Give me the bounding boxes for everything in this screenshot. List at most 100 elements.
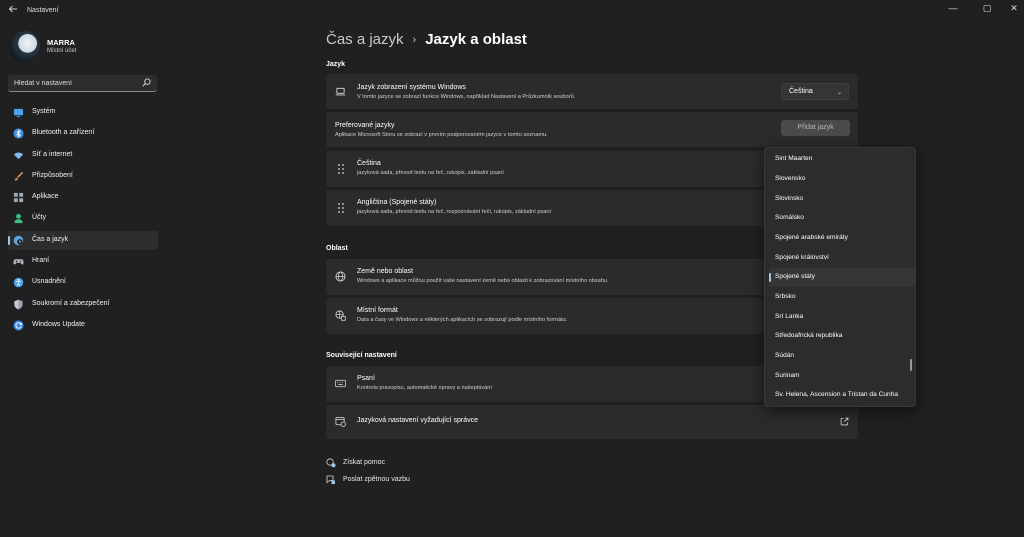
section-title-related: Související nastavení [326, 352, 397, 359]
display-language-select[interactable]: Čeština ⌄ [781, 83, 849, 100]
gamepad-icon [13, 259, 24, 265]
sidebar-item-system[interactable]: Systém [8, 103, 158, 122]
wifi-icon [13, 152, 24, 159]
page-title: Jazyk a oblast [425, 31, 527, 48]
sidebar-item-label: Přizpůsobení [32, 171, 73, 179]
dropdown-item[interactable]: Sint Maarten [769, 150, 915, 169]
sidebar-item-personalization[interactable]: Přizpůsobení [8, 167, 158, 186]
dropdown-item[interactable]: Spojené arabské emiráty [769, 229, 915, 248]
get-help-label: Získat pomoc [343, 459, 386, 466]
chevron-down-icon: ⌄ [836, 90, 842, 96]
regional-format-desc: Data a časy ve Windows a některých aplik… [357, 317, 568, 323]
country-dropdown-list[interactable]: Sint Maarten Slovensko Slovinsko Somálsk… [764, 147, 916, 407]
brush-icon [14, 171, 24, 181]
search-input[interactable] [14, 78, 134, 89]
sidebar-item-label: Soukromí a zabezpečení [32, 299, 110, 307]
sidebar-item-time-language[interactable]: Čas a jazyk [8, 230, 158, 250]
person-icon [14, 214, 23, 224]
sidebar-item-label: Aplikace [32, 193, 59, 201]
display-language-desc: V tomto jazyce se zobrazí funkce Windows… [357, 94, 576, 100]
section-title-language: Jazyk [326, 61, 346, 68]
arrow-left-icon [8, 5, 17, 13]
typing-desc: Kontrola pravopisu, automatické opravy a… [357, 385, 492, 391]
shield-icon [14, 299, 23, 310]
title-bar: Nastavení — ▢ ✕ [0, 0, 1024, 22]
dropdown-item[interactable]: Slovensko [769, 170, 915, 189]
sidebar-item-label: Usnadnění [32, 278, 66, 286]
sidebar-item-accounts[interactable]: Účty [8, 209, 158, 228]
preferred-languages-desc: Aplikace Microsoft Storu se zobrazí v pr… [335, 132, 548, 138]
sidebar-item-accessibility[interactable]: Usnadnění [8, 273, 158, 292]
regional-format-title: Místní formát [357, 307, 398, 314]
avatar[interactable] [9, 31, 40, 62]
minimize-button[interactable]: — [936, 0, 970, 16]
monitor-icon [13, 108, 24, 118]
update-icon [13, 320, 24, 331]
help-chat-icon [326, 458, 336, 468]
sidebar-item-label: Bluetooth a zařízení [32, 129, 95, 137]
regional-format-icon [335, 310, 346, 321]
search-box[interactable] [8, 75, 157, 92]
preferred-languages-title: Preferované jazyky [335, 122, 395, 129]
sidebar-item-bluetooth[interactable]: Bluetooth a zařízení [8, 124, 158, 143]
add-language-button[interactable]: Přidat jazyk [781, 120, 850, 136]
search-icon[interactable] [142, 78, 151, 87]
sidebar-nav: Systém Bluetooth a zařízení Síť a intern… [8, 103, 158, 337]
dropdown-item[interactable]: Surinam [769, 367, 915, 386]
get-help-link[interactable]: Získat pomoc [326, 458, 406, 469]
drag-handle-icon[interactable] [337, 202, 345, 214]
globe-icon [335, 271, 346, 282]
display-language-value: Čeština [789, 88, 813, 95]
dropdown-item[interactable]: Srbsko [769, 288, 915, 307]
dropdown-item[interactable]: Somálsko [769, 209, 915, 228]
sidebar-item-privacy[interactable]: Soukromí a zabezpečení [8, 295, 158, 314]
dropdown-item[interactable]: Středoafrická republika [769, 327, 915, 346]
apps-icon [13, 193, 24, 203]
admin-language-title: Jazyková nastavení vyžadující správce [357, 417, 479, 424]
laptop-icon [335, 87, 346, 96]
feedback-icon [326, 475, 335, 484]
sidebar-item-label: Účty [32, 214, 46, 222]
country-region-title: Země nebo oblast [357, 268, 414, 275]
admin-language-settings-card[interactable]: Jazyková nastavení vyžadující správce [326, 405, 858, 439]
send-feedback-label: Poslat zpětnou vazbu [343, 476, 410, 483]
keyboard-icon [335, 379, 346, 388]
sidebar-item-apps[interactable]: Aplikace [8, 188, 158, 207]
globe-clock-icon [13, 235, 24, 246]
breadcrumb: Čas a jazyk › Jazyk a oblast [326, 31, 527, 48]
send-feedback-link[interactable]: Poslat zpětnou vazbu [326, 475, 426, 486]
country-region-desc: Windows a aplikace můžou použít vaše nas… [357, 278, 609, 284]
dropdown-item-selected[interactable]: Spojené státy [769, 268, 915, 287]
accessibility-icon [13, 278, 24, 288]
external-link-icon[interactable] [840, 417, 849, 426]
language-features: jazyková sada, převod textu na řeč, rozp… [357, 209, 552, 215]
dropdown-item[interactable]: Spojené království [769, 249, 915, 268]
sidebar-item-label: Systém [32, 108, 56, 115]
display-language-title: Jazyk zobrazení systému Windows [357, 84, 466, 91]
dropdown-item[interactable]: Srí Lanka [769, 308, 915, 327]
sidebar-item-gaming[interactable]: Hraní [8, 252, 158, 271]
dropdown-item[interactable]: Sv. Helena, Ascension a Tristan da Cunha [769, 386, 915, 405]
app-title: Nastavení [27, 7, 59, 14]
breadcrumb-parent[interactable]: Čas a jazyk [326, 31, 404, 48]
back-button[interactable] [6, 4, 20, 18]
dropdown-scrollbar[interactable] [910, 359, 912, 371]
language-name: Angličtina (Spojené státy) [357, 199, 437, 206]
display-language-card: Jazyk zobrazení systému Windows V tomto … [326, 74, 858, 109]
language-name: Čeština [357, 160, 381, 167]
bluetooth-icon [13, 128, 24, 139]
dropdown-item[interactable]: Súdán [769, 347, 915, 366]
dropdown-item[interactable]: Slovinsko [769, 190, 915, 209]
sidebar-item-network[interactable]: Síť a internet [8, 146, 158, 165]
drag-handle-icon[interactable] [337, 163, 345, 175]
maximize-button[interactable]: ▢ [970, 0, 1004, 16]
sidebar-item-windows-update[interactable]: Windows Update [8, 316, 158, 335]
admin-language-icon [335, 417, 346, 427]
preferred-languages-card: Preferované jazyky Aplikace Microsoft St… [326, 112, 858, 147]
language-features: jazyková sada, převod textu na řeč, ruko… [357, 170, 504, 176]
sidebar-item-label: Síť a internet [32, 150, 73, 158]
user-name: MARRA [47, 38, 75, 47]
sidebar-item-label: Windows Update [32, 320, 85, 328]
close-button[interactable]: ✕ [1004, 0, 1024, 16]
sidebar-item-label: Čas a jazyk [32, 235, 69, 243]
